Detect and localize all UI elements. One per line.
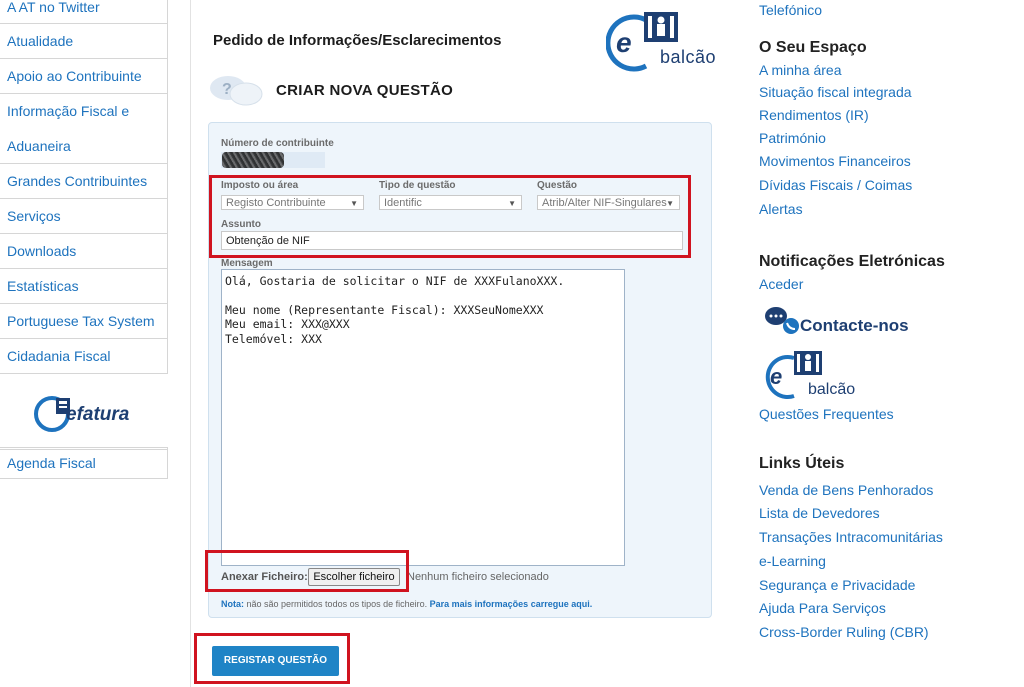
message-textarea[interactable]: Olá, Gostaria de solicitar o NIF de XXXF…	[221, 269, 625, 566]
nav-item-twitter[interactable]: A AT no Twitter	[0, 0, 168, 24]
svg-text:?: ?	[222, 81, 232, 98]
link-dividas-fiscais[interactable]: Dívidas Fiscais / Coimas	[759, 177, 912, 193]
efatura-label: efatura	[66, 404, 130, 425]
nav-item-cidadania-fiscal[interactable]: Cidadania Fiscal	[0, 339, 168, 374]
link-e-learning[interactable]: e-Learning	[759, 553, 826, 569]
efatura-banner[interactable]: efatura	[0, 374, 168, 450]
svg-text:e: e	[770, 364, 782, 389]
link-cross-border[interactable]: Cross-Border Ruling (CBR)	[759, 624, 929, 640]
link-movimentos-financeiros[interactable]: Movimentos Financeiros	[759, 153, 911, 169]
left-sidebar: A AT no Twitter Atualidade Apoio ao Cont…	[0, 0, 168, 450]
note-prefix: Nota:	[221, 599, 244, 609]
nav-item-apoio-contribuinte[interactable]: Apoio ao Contribuinte	[0, 59, 168, 94]
highlight-box-register	[194, 633, 350, 684]
link-situacao-fiscal[interactable]: Situação fiscal integrada	[759, 84, 912, 100]
page-title: Pedido de Informações/Esclarecimentos	[213, 32, 502, 49]
file-status-text: Nenhum ficheiro selecionado	[407, 571, 549, 583]
link-questoes-frequentes[interactable]: Questões Frequentes	[759, 406, 894, 422]
heading-links-uteis: Links Úteis	[759, 455, 845, 472]
nav-item-grandes-contribuintes[interactable]: Grandes Contribuintes	[0, 164, 168, 199]
link-ajuda-servicos[interactable]: Ajuda Para Serviços	[759, 600, 886, 616]
link-venda-bens[interactable]: Venda de Bens Penhorados	[759, 482, 933, 498]
nav-item-estatisticas[interactable]: Estatísticas	[0, 269, 168, 304]
ebalcao-small-label: balcão	[808, 381, 856, 398]
svg-text:e: e	[616, 27, 632, 58]
nav-item-servicos[interactable]: Serviços	[0, 199, 168, 234]
link-aceder[interactable]: Aceder	[759, 276, 803, 292]
link-patrimonio[interactable]: Património	[759, 130, 826, 146]
link-minha-area[interactable]: A minha área	[759, 62, 842, 78]
message-label: Mensagem	[221, 258, 273, 269]
link-transacoes[interactable]: Transações Intracomunitárias	[759, 529, 943, 545]
link-lista-devedores[interactable]: Lista de Devedores	[759, 505, 880, 521]
question-bubbles-icon: ?	[210, 76, 263, 106]
link-alertas[interactable]: Alertas	[759, 201, 803, 217]
nav-item-aduaneira[interactable]: Aduaneira	[0, 129, 168, 164]
link-telefonico[interactable]: Telefónico	[759, 2, 822, 18]
nav-item-informacao-fiscal[interactable]: Informação Fiscal e	[0, 94, 168, 129]
nav-item-atualidade[interactable]: Atualidade	[0, 24, 168, 59]
nif-redacted-scribble	[222, 152, 284, 168]
nav-item-agenda-fiscal[interactable]: Agenda Fiscal	[0, 448, 168, 479]
nav-item-portuguese-tax-system[interactable]: Portuguese Tax System	[0, 304, 168, 339]
file-note: Nota: não são permitidos todos os tipos …	[221, 599, 592, 609]
new-question-title: CRIAR NOVA QUESTÃO	[276, 82, 454, 99]
nif-label: Número de contribuinte	[221, 138, 334, 149]
note-more-info-link[interactable]: Para mais informações carregue aqui.	[430, 599, 593, 609]
nav-item-downloads[interactable]: Downloads	[0, 234, 168, 269]
link-rendimentos[interactable]: Rendimentos (IR)	[759, 107, 869, 123]
highlight-box-attach	[205, 550, 409, 592]
column-divider	[190, 0, 191, 687]
link-seguranca[interactable]: Segurança e Privacidade	[759, 577, 915, 593]
ebalcao-label: balcão	[660, 47, 717, 67]
note-text: não são permitidos todos os tipos de fic…	[246, 599, 428, 609]
heading-notificacoes: Notificações Eletrónicas	[759, 253, 945, 270]
highlight-box-classification	[209, 175, 691, 258]
contact-us-label[interactable]: Contacte-nos	[800, 316, 909, 336]
heading-o-seu-espaco: O Seu Espaço	[759, 39, 867, 56]
